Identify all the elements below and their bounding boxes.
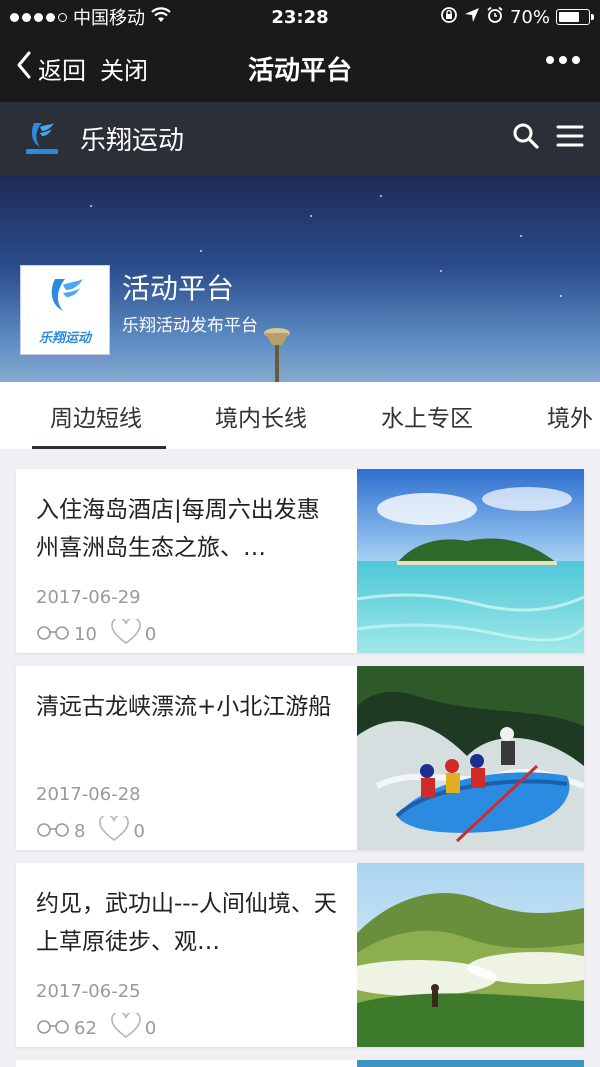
alarm-icon (486, 6, 504, 29)
lamp-image (262, 327, 292, 382)
mountain-photo (357, 863, 584, 1047)
hero-logo-text: 乐翔运动 (38, 330, 91, 346)
tab-domestic-long[interactable]: 境内长线 (215, 382, 307, 449)
heart-icon (99, 814, 130, 847)
back-label: 返回 (38, 56, 86, 85)
glasses-icon (36, 624, 70, 645)
brand-bar: 乐翔运动 (0, 102, 600, 175)
hero-banner: 乐翔运动 活动平台 乐翔活动发布平台 (0, 175, 600, 382)
rafting-photo (357, 666, 584, 850)
article-date: 2017-06-29 (36, 587, 141, 608)
rotation-lock-icon (440, 6, 458, 29)
battery-fill (559, 12, 579, 22)
chevron-left-icon (16, 51, 32, 85)
status-left: 中国移动 (10, 4, 171, 30)
brand-name: 乐翔运动 (80, 126, 185, 156)
views-group: 62 (36, 1018, 97, 1039)
list-item[interactable]: 约见，武功山---人间仙境、天上草原徒步、观… 2017-06-25 62 0 (16, 863, 584, 1047)
brand-logo-icon[interactable] (20, 117, 64, 161)
likes-group[interactable]: 0 (111, 617, 157, 650)
status-bar: 中国移动 23:28 70% (0, 0, 600, 34)
likes-group[interactable]: 0 (111, 1011, 157, 1044)
card-text: 入住海岛酒店|每周六出发惠州喜洲岛生态之旅、… 2017-06-29 10 0 (16, 469, 357, 653)
article-meta: 10 0 (36, 617, 170, 650)
menu-icon[interactable] (556, 124, 584, 152)
article-meta: 62 0 (36, 1011, 170, 1044)
glasses-icon (36, 821, 70, 842)
views-group: 8 (36, 821, 85, 842)
views-count: 8 (74, 821, 86, 842)
hero-title: 活动平台 (122, 272, 235, 305)
wifi-icon (151, 6, 171, 28)
glasses-icon (36, 1018, 70, 1039)
article-title: 约见，武功山---人间仙境、天上草原徒步、观… (36, 891, 337, 955)
views-count: 10 (74, 624, 97, 645)
heart-icon (111, 617, 141, 650)
article-meta: 8 0 (36, 814, 159, 847)
page-title: 活动平台 (247, 55, 352, 86)
location-icon (464, 7, 480, 28)
tab-water-zone[interactable]: 水上专区 (381, 382, 473, 449)
status-right: 70% (440, 6, 594, 29)
close-button[interactable]: 关闭 (100, 51, 148, 86)
likes-count: 0 (144, 1018, 157, 1039)
tab-nearby-short[interactable]: 周边短线 (50, 382, 142, 449)
signal-icon (10, 12, 67, 22)
hero-logo: 乐翔运动 (20, 265, 110, 355)
views-group: 10 (36, 624, 97, 645)
likes-group[interactable]: 0 (99, 814, 145, 847)
tab-overseas[interactable]: 境外 (547, 382, 593, 449)
card-text: 约见，武功山---人间仙境、天上草原徒步、观… 2017-06-25 62 0 (16, 863, 357, 1047)
partial-photo (357, 1060, 584, 1067)
likes-count: 0 (144, 624, 157, 645)
battery-percent: 70% (509, 6, 550, 28)
likes-count: 0 (133, 821, 145, 842)
battery-icon (556, 9, 594, 25)
active-tab-indicator (32, 446, 166, 449)
back-button[interactable]: 返回 (16, 51, 86, 86)
more-menu-icon[interactable] (546, 56, 580, 64)
list-item[interactable] (16, 1060, 584, 1067)
brand-actions (512, 122, 584, 154)
nav-bar: 返回 关闭 活动平台 (0, 34, 600, 102)
island-photo (357, 469, 584, 653)
heart-icon (111, 1011, 141, 1044)
article-title: 清远古龙峡漂流+小北江游船 (36, 694, 332, 720)
article-date: 2017-06-25 (36, 981, 141, 1002)
category-tabs: 周边短线 境内长线 水上专区 境外 (0, 382, 600, 449)
list-item[interactable]: 清远古龙峡漂流+小北江游船 2017-06-28 8 0 (16, 666, 584, 850)
hero-subtitle: 乐翔活动发布平台 (122, 316, 258, 336)
list-item[interactable]: 入住海岛酒店|每周六出发惠州喜洲岛生态之旅、… 2017-06-29 10 0 (16, 469, 584, 653)
article-title: 入住海岛酒店|每周六出发惠州喜洲岛生态之旅、… (36, 497, 320, 561)
card-text: 清远古龙峡漂流+小北江游船 2017-06-28 8 0 (16, 666, 357, 850)
article-list: 入住海岛酒店|每周六出发惠州喜洲岛生态之旅、… 2017-06-29 10 0 (0, 449, 600, 1067)
views-count: 62 (74, 1018, 97, 1039)
carrier-label: 中国移动 (73, 8, 145, 29)
search-icon[interactable] (512, 122, 540, 154)
article-date: 2017-06-28 (36, 784, 141, 805)
